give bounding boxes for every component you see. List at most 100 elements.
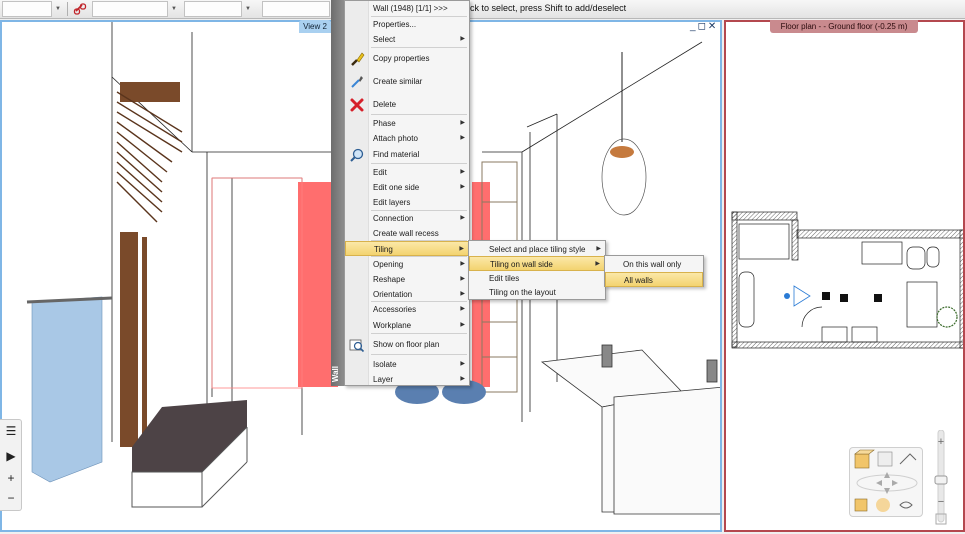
chevron-down-icon[interactable]: ▼	[242, 1, 254, 17]
menu-item-properties[interactable]: Properties...	[345, 17, 469, 32]
chevron-right-icon: ▶	[460, 306, 465, 312]
menu-item-select[interactable]: Select ▶	[345, 32, 469, 47]
menu-item-isolate[interactable]: Isolate ▶	[345, 357, 469, 372]
zoom-minus-icon[interactable]: −	[938, 496, 944, 508]
chevron-right-icon: ▶	[460, 261, 465, 267]
menu-item-orientation[interactable]: Orientation ▶	[345, 287, 469, 302]
arrow-left-icon	[876, 480, 882, 486]
chevron-right-icon: ▶	[460, 135, 465, 141]
menu-item-edit-one-side[interactable]: Edit one side ▶	[345, 180, 469, 195]
navigation-controls	[854, 449, 918, 512]
camera-position	[784, 293, 790, 299]
toolbar-dropdown-2[interactable]	[92, 1, 168, 17]
chevron-right-icon: ▶	[460, 322, 465, 328]
wall-menu-strip: Wall	[331, 0, 344, 386]
chevron-right-icon: ▶	[596, 246, 601, 252]
toolbar-dropdown-4[interactable]	[262, 1, 330, 17]
menu-item-edit-layers[interactable]: Edit layers	[345, 195, 469, 210]
chevron-right-icon: ▶	[460, 36, 465, 42]
cube-view-icon	[854, 449, 875, 469]
chevron-right-icon: ▶	[459, 246, 464, 252]
toolbar-separator	[67, 2, 68, 16]
chevron-right-icon: ▶	[460, 169, 465, 175]
menu-separator	[371, 163, 467, 164]
window-blinds	[116, 82, 183, 447]
chevron-right-icon: ▶	[460, 215, 465, 221]
link-icon[interactable]	[73, 2, 87, 16]
navigation-widget	[849, 447, 923, 517]
menu-item-accessories[interactable]: Accessories ▶	[345, 302, 469, 317]
menu-item-layer[interactable]: Layer ▶	[345, 372, 469, 387]
menu-separator	[371, 354, 467, 355]
chevron-down-icon[interactable]: ▼	[52, 1, 64, 17]
chevron-right-icon: ▶	[460, 184, 465, 190]
floorplan-drawing	[731, 211, 963, 349]
light-icon	[876, 498, 890, 512]
tab-floor-plan[interactable]: Floor plan - - Ground floor (-0.25 m)	[770, 20, 918, 33]
menu-item-find-material[interactable]: Find material	[345, 147, 469, 162]
menu-item-attach-photo[interactable]: Attach photo ▶	[345, 131, 469, 146]
submenu-item-all-walls[interactable]: All walls	[605, 272, 703, 287]
top-toolbar: ▼ ▼ ▼ ck to select, press Shift to add/d…	[0, 0, 965, 19]
wireframe-cube-icon	[877, 451, 893, 467]
submenu-item-on-this-wall-only[interactable]: On this wall only	[605, 257, 703, 272]
restore-icon[interactable]: ◻	[698, 21, 706, 33]
menu-item-phase[interactable]: Phase ▶	[345, 116, 469, 131]
pendant-lamp	[601, 52, 647, 216]
chevron-down-icon[interactable]: ▼	[168, 1, 180, 17]
play-icon[interactable]: ▶	[3, 448, 19, 464]
chevron-right-icon: ▶	[460, 376, 465, 382]
minimize-icon[interactable]: _	[690, 21, 696, 33]
menu-item-connection[interactable]: Connection ▶	[345, 211, 469, 226]
menu-separator	[371, 114, 467, 115]
delete-x-icon	[350, 98, 364, 112]
status-hint: ck to select, press Shift to add/deselec…	[470, 3, 627, 13]
list-icon[interactable]: ☰	[3, 423, 19, 439]
menu-separator	[371, 47, 467, 48]
chevron-right-icon: ▶	[595, 261, 600, 267]
zoom-slider[interactable]: + −	[932, 429, 950, 528]
tab-view-2[interactable]: View 2	[299, 20, 331, 33]
menu-item-tiling[interactable]: Tiling ▶	[345, 241, 469, 256]
chevron-right-icon: ▶	[460, 361, 465, 367]
tiling-submenu: Select and place tiling style ▶ Tiling o…	[468, 240, 606, 300]
wall-context-menu: Wall (1948) [1/1] >>> Properties... Sele…	[344, 0, 470, 386]
menu-item-workplane[interactable]: Workplane ▶	[345, 318, 469, 333]
submenu-item-tiling-on-the-layout[interactable]: Tiling on the layout	[469, 285, 605, 300]
toolbar-dropdown-1[interactable]	[2, 1, 52, 17]
zoom-in-button[interactable]: +	[3, 470, 19, 486]
eye-icon	[899, 501, 913, 509]
zoom-slider-thumb[interactable]	[934, 475, 948, 485]
menu-item-edit[interactable]: Edit ▶	[345, 165, 469, 180]
wall-strip-label: Wall	[331, 365, 340, 382]
chevron-right-icon: ▶	[460, 276, 465, 282]
menu-item-show-on-floor-plan[interactable]: Show on floor plan	[345, 337, 469, 353]
menu-item-copy-properties[interactable]: Copy properties	[345, 51, 469, 66]
view-window-controls: _ ◻ ✕	[690, 21, 722, 33]
menu-item-create-similar[interactable]: Create similar	[345, 74, 469, 89]
menu-item-reshape[interactable]: Reshape ▶	[345, 272, 469, 287]
chevron-right-icon: ▶	[460, 291, 465, 297]
submenu-item-select-and-place-tiling-style[interactable]: Select and place tiling style ▶	[469, 242, 605, 257]
zoom-out-button[interactable]: −	[3, 490, 19, 506]
wall-side-submenu: On this wall only All walls	[604, 255, 704, 287]
floorplan-zoom-icon	[349, 339, 365, 353]
submenu-item-edit-tiles[interactable]: Edit tiles	[469, 271, 605, 286]
menu-item-opening[interactable]: Opening ▶	[345, 257, 469, 272]
floorplan-viewport[interactable]	[724, 20, 965, 532]
walk-icon	[899, 453, 917, 465]
menu-header-wall[interactable]: Wall (1948) [1/1] >>>	[345, 1, 469, 16]
pipette-icon	[351, 76, 363, 88]
magnifier-icon	[350, 148, 364, 162]
menu-item-delete[interactable]: Delete	[345, 97, 469, 112]
submenu-item-tiling-on-wall-side[interactable]: Tiling on wall side ▶	[469, 256, 605, 271]
app-window: ▼ ▼ ▼ ck to select, press Shift to add/d…	[0, 0, 965, 534]
zoom-plus-icon[interactable]: +	[938, 436, 944, 448]
paintbrush-icon	[351, 52, 365, 66]
close-icon[interactable]: ✕	[708, 21, 716, 33]
menu-item-create-wall-recess[interactable]: Create wall recess	[345, 226, 469, 241]
view-side-toolbar: ☰ ▶ + −	[0, 419, 22, 511]
bathtub-sink	[540, 344, 720, 515]
toolbar-dropdown-3[interactable]	[184, 1, 242, 17]
towel	[31, 296, 103, 483]
